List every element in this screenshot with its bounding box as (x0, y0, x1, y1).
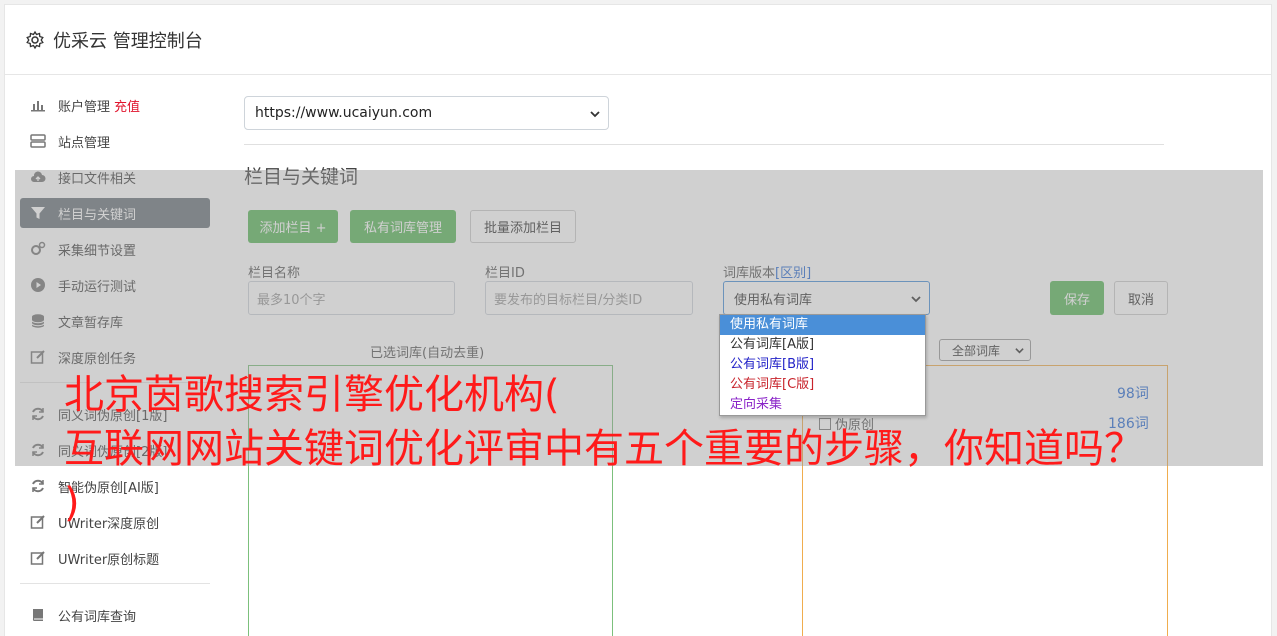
server-icon (30, 134, 46, 148)
page-title: 优采云 管理控制台 (53, 30, 203, 52)
bar-chart-icon (31, 101, 45, 112)
dropdown-option-public-a[interactable]: 公有词库[A版] (720, 335, 925, 355)
sidebar-item-public-dict[interactable]: 公有词库查询 (20, 600, 210, 630)
refresh-icon (32, 479, 44, 493)
edit-icon (30, 551, 45, 565)
sidebar-item-label: 账户管理 (58, 99, 111, 115)
sidebar-item-sites[interactable]: 站点管理 (20, 126, 210, 156)
site-select-value: https://www.ucaiyun.com (255, 105, 433, 121)
sidebar-item-label: 站点管理 (58, 135, 111, 151)
sidebar-item-label: UWriter原创标题 (58, 552, 160, 568)
book-icon (32, 609, 43, 621)
gear-icon (26, 30, 44, 49)
overlay-line: 互联网网站关键词优化评审中有五个重要的步骤，你知道吗？ (64, 426, 1144, 472)
edit-icon (30, 515, 45, 529)
site-select[interactable]: https://www.ucaiyun.com (244, 96, 609, 130)
dropdown-option-private[interactable]: 使用私有词库 (720, 315, 925, 335)
panel-header: 优采云 管理控制台 (5, 5, 1271, 75)
overlay-line: 北京茵歌搜索引擎优化机构( (64, 372, 560, 418)
chevron-down-icon (590, 111, 600, 118)
sidebar-item-uwriter-title[interactable]: UWriter原创标题 (20, 543, 210, 573)
overlay-line: ) (64, 480, 80, 526)
overlay-caption: 北京茵歌搜索引擎优化机构( 互联网网站关键词优化评审中有五个重要的步骤，你知道吗… (64, 368, 1264, 530)
divider (244, 144, 1164, 145)
recharge-link[interactable]: 充值 (114, 96, 140, 115)
sidebar-item-account[interactable]: 账户管理 充值 (20, 90, 210, 120)
sidebar-item-label: 公有词库查询 (58, 609, 137, 625)
sidebar-divider (20, 583, 210, 584)
